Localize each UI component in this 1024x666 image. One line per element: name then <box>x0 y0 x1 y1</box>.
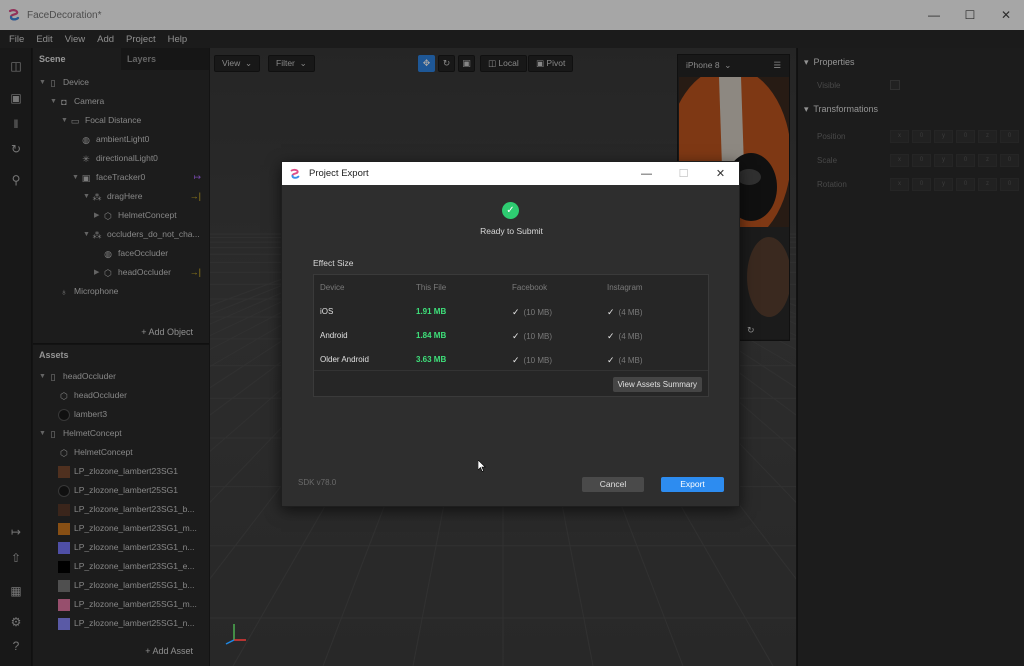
effect-size-label: Effect Size <box>313 258 354 268</box>
column-header-device: Device <box>320 283 345 292</box>
axis-gizmo-icon <box>225 624 246 645</box>
instagram-limit-value: (4 MB) <box>618 332 643 341</box>
file-size: 1.91 MB <box>416 307 447 316</box>
facebook-limit-value: (10 MB) <box>523 308 552 317</box>
export-button[interactable]: Export <box>661 477 724 492</box>
success-check-icon: ✓ <box>502 202 519 219</box>
instagram-limit: ✓ (4 MB) <box>607 331 643 342</box>
effect-size-table: Device This File Facebook Instagram iOS 1… <box>313 274 709 397</box>
dialog-minimize-button[interactable]: — <box>628 162 665 185</box>
view-assets-summary-button[interactable]: View Assets Summary <box>612 377 702 392</box>
device-name: Older Android <box>320 355 369 364</box>
column-header-instagram: Instagram <box>607 283 643 292</box>
facebook-limit: ✓ (10 MB) <box>512 331 552 342</box>
dialog-title: Project Export <box>309 168 369 179</box>
checkmark-icon: ✓ <box>512 331 520 341</box>
file-size: 1.84 MB <box>416 331 447 340</box>
file-size: 3.63 MB <box>416 355 447 364</box>
spark-ar-logo-icon <box>290 168 300 179</box>
checkmark-icon: ✓ <box>512 307 520 317</box>
cancel-button[interactable]: Cancel <box>582 477 644 492</box>
checkmark-icon: ✓ <box>607 331 615 341</box>
checkmark-icon: ✓ <box>607 355 615 365</box>
device-name: Android <box>320 331 348 340</box>
facebook-limit: ✓ (10 MB) <box>512 307 552 318</box>
facebook-limit: ✓ (10 MB) <box>512 355 552 366</box>
sdk-version: SDK v78.0 <box>298 478 337 487</box>
column-header-facebook: Facebook <box>512 283 548 292</box>
instagram-limit: ✓ (4 MB) <box>607 307 643 318</box>
project-export-dialog: Project Export — ☐ ✕ ✓ Ready to Submit E… <box>281 161 740 507</box>
status-text: Ready to Submit <box>480 226 543 236</box>
facebook-limit-value: (10 MB) <box>523 332 552 341</box>
instagram-limit: ✓ (4 MB) <box>607 355 643 366</box>
facebook-limit-value: (10 MB) <box>523 356 552 365</box>
device-name: iOS <box>320 307 334 316</box>
dialog-maximize-button: ☐ <box>678 168 689 180</box>
checkmark-icon: ✓ <box>607 307 615 317</box>
checkmark-icon: ✓ <box>512 355 520 365</box>
instagram-limit-value: (4 MB) <box>618 356 643 365</box>
column-header-this-file: This File <box>416 283 447 292</box>
table-footer: View Assets Summary <box>314 370 708 397</box>
mouse-cursor-icon <box>478 460 486 472</box>
dialog-title-bar: Project Export — ☐ ✕ <box>282 162 739 185</box>
dialog-close-button[interactable]: ✕ <box>702 162 739 185</box>
instagram-limit-value: (4 MB) <box>618 308 643 317</box>
